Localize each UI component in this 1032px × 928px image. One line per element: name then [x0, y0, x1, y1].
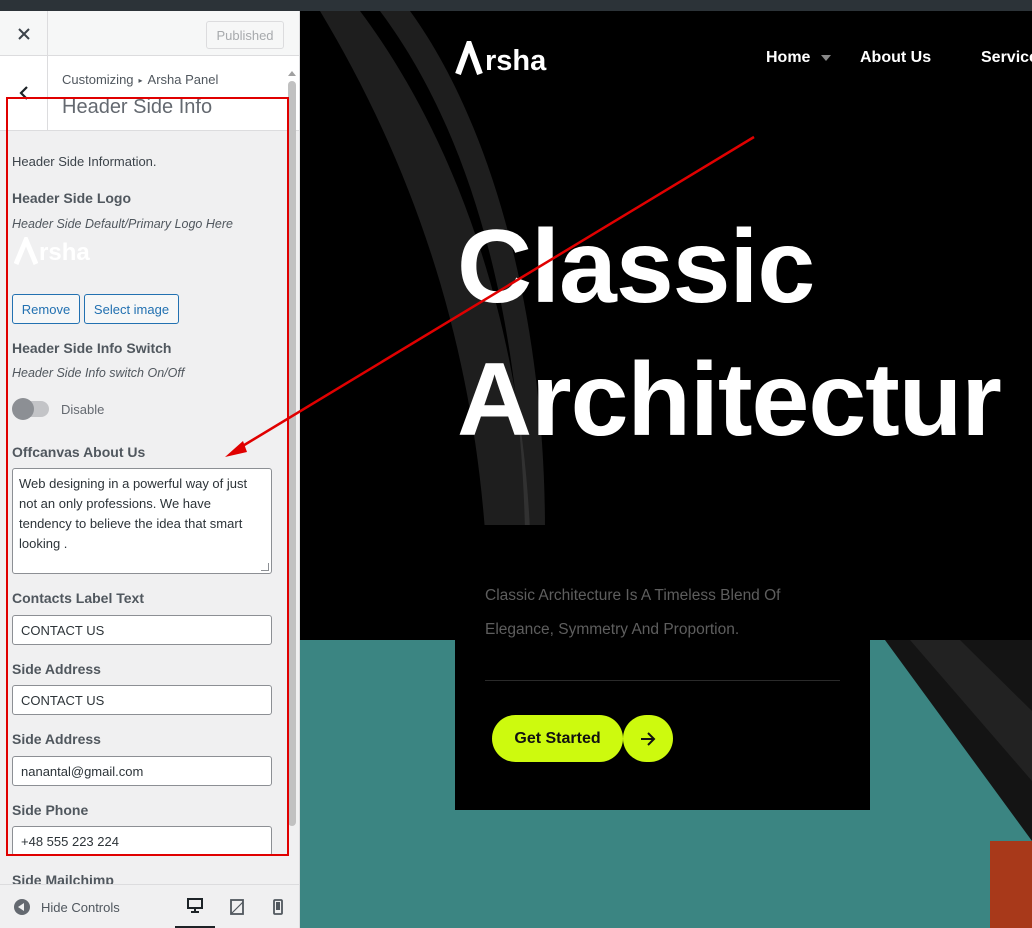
about-textarea-value: Web designing in a powerful way of just … [19, 476, 248, 551]
nav-services[interactable]: Service [981, 49, 1032, 67]
hide-controls-label: Hide Controls [41, 899, 120, 915]
logo-control-description: Header Side Default/Primary Logo Here [12, 217, 233, 231]
switch-control-title: Header Side Info Switch [12, 340, 172, 356]
preview-mobile-button[interactable] [258, 885, 298, 928]
breadcrumb-panel: Arsha Panel [147, 72, 219, 87]
breadcrumb-customizing: Customizing [62, 72, 134, 87]
site-logo[interactable]: rsha [455, 41, 547, 77]
nav-about[interactable]: About Us [860, 49, 931, 67]
resize-handle-icon[interactable] [261, 563, 269, 571]
arsha-logo-mark [455, 41, 483, 75]
published-button[interactable]: Published [206, 21, 284, 49]
get-started-arrow-button[interactable] [623, 715, 673, 762]
side-phone-input[interactable]: +48 555 223 224 [12, 826, 272, 856]
scroll-thumb[interactable] [288, 81, 296, 826]
arrow-right-icon [641, 731, 656, 746]
close-customizer-button[interactable] [0, 11, 48, 56]
site-logo-text: rsha [485, 45, 547, 77]
hero-title-line-2: Architectur [457, 342, 1002, 458]
tablet-icon [230, 899, 244, 915]
breadcrumb-separator-icon: ▸ [138, 76, 143, 85]
hero-card-text: Classic Architecture Is A Timeless Blend… [485, 587, 781, 638]
hero-title-line-1: Classic [457, 209, 815, 325]
toggle-knob [12, 398, 34, 420]
hero-card-divider [485, 680, 840, 681]
hide-controls-button[interactable]: Hide Controls [14, 899, 120, 915]
contacts-label-title: Contacts Label Text [12, 590, 144, 606]
back-button[interactable] [0, 56, 48, 130]
toggle-state-label: Disable [61, 402, 105, 417]
preview-desktop-button[interactable] [175, 885, 215, 928]
section-title: Header Side Info [62, 96, 213, 118]
caret-down-icon [820, 54, 831, 61]
site-preview: rsha Home About Us Service Classic Archi… [300, 11, 1032, 928]
collapse-icon [14, 899, 30, 915]
breadcrumb: Customizing ▸ Arsha Panel [62, 72, 218, 87]
panel-scrollbar[interactable] [286, 69, 298, 890]
side-phone-title: Side Phone [12, 802, 89, 818]
contacts-label-input[interactable]: CONTACT US [12, 615, 272, 645]
side-address-title: Side Address [12, 661, 101, 677]
header-info-toggle[interactable] [12, 398, 49, 420]
scroll-up-icon[interactable] [288, 71, 296, 76]
select-image-button[interactable]: Select image [84, 294, 179, 324]
chevron-left-icon [18, 86, 28, 100]
logo-preview-text: rsha [39, 239, 90, 266]
logo-control-title: Header Side Logo [12, 190, 132, 206]
about-control-title: Offcanvas About Us [12, 444, 146, 460]
section-description: Header Side Information. [12, 154, 157, 169]
preview-tablet-button[interactable] [217, 885, 257, 928]
switch-control-description: Header Side Info switch On/Off [12, 366, 185, 380]
nav-home[interactable]: Home [766, 49, 831, 67]
get-started-button[interactable]: Get Started [492, 715, 623, 762]
side-address-email-title: Side Address [12, 731, 101, 747]
close-icon [17, 27, 30, 40]
hero-card: Classic Architecture Is A Timeless Blend… [455, 525, 870, 810]
customizer-header: Published [0, 11, 299, 56]
nav-home-label: Home [766, 49, 811, 66]
arsha-logo-mark [14, 237, 38, 265]
mobile-icon [273, 899, 283, 915]
side-address-email-input[interactable]: nanantal@gmail.com [12, 756, 272, 786]
side-address-input[interactable]: CONTACT US [12, 685, 272, 715]
window-top-bar [0, 0, 1032, 11]
about-textarea[interactable]: Web designing in a powerful way of just … [12, 468, 272, 574]
remove-logo-button[interactable]: Remove [12, 294, 80, 324]
customizer-footer: Hide Controls [0, 884, 299, 928]
logo-preview: rsha [14, 237, 90, 265]
customizer-panel: Published Customizing ▸ Arsha Panel Header… [0, 11, 300, 928]
hero-orange-block [990, 841, 1032, 928]
desktop-icon [187, 898, 203, 913]
section-header: Customizing ▸ Arsha Panel Header Side Info [0, 56, 299, 131]
